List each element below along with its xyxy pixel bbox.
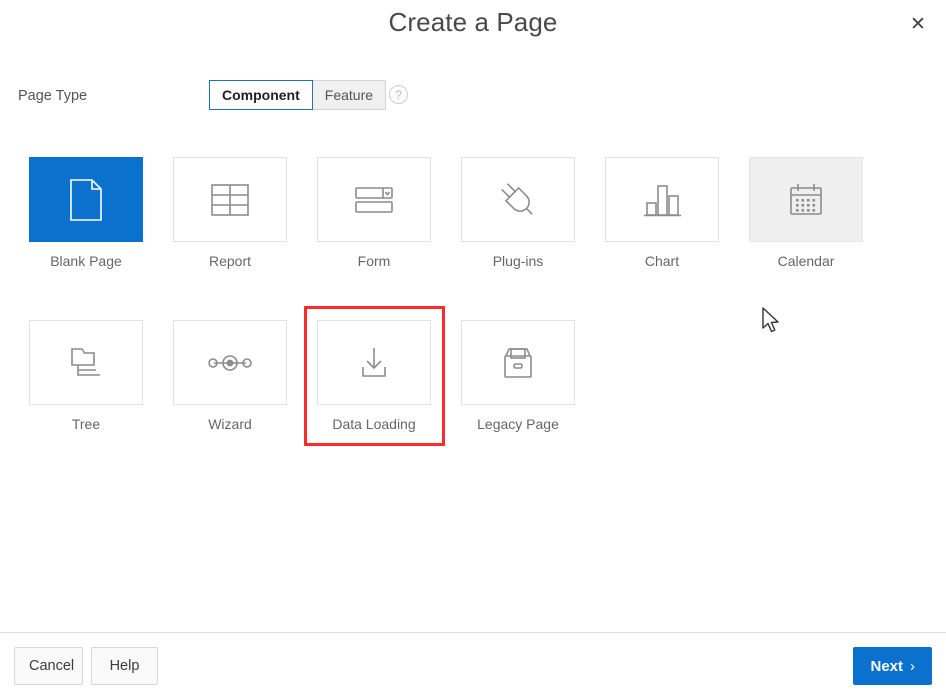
card-form[interactable] xyxy=(317,157,431,242)
card-calendar[interactable] xyxy=(749,157,863,242)
card-cell-form[interactable]: Form xyxy=(317,157,431,269)
calendar-icon xyxy=(790,183,822,215)
card-plugins[interactable] xyxy=(461,157,575,242)
next-button-label: Next xyxy=(870,657,903,675)
card-label-tree: Tree xyxy=(71,416,101,432)
wizard-nodes-icon xyxy=(208,354,252,371)
card-label-form: Form xyxy=(357,253,391,269)
card-row-2: Tree Wizard Data Loading Legacy Page xyxy=(29,320,919,483)
card-data-loading[interactable] xyxy=(317,320,431,405)
dialog-footer: Cancel Help Next › xyxy=(0,632,946,700)
page-type-card-grid: Blank Page Report Form Plug-ins Chart Ca… xyxy=(29,157,919,483)
bar-chart-icon xyxy=(644,184,681,216)
card-row-1: Blank Page Report Form Plug-ins Chart Ca… xyxy=(29,157,919,320)
page-type-toggle-group: Component Feature xyxy=(209,80,387,110)
toggle-feature[interactable]: Feature xyxy=(312,80,387,110)
folder-tree-icon xyxy=(71,347,100,376)
table-grid-icon xyxy=(211,183,249,216)
card-label-legacy-page: Legacy Page xyxy=(477,416,559,432)
card-chart[interactable] xyxy=(605,157,719,242)
card-cell-calendar[interactable]: Calendar xyxy=(749,157,863,269)
card-cell-legacy-page[interactable]: Legacy Page xyxy=(461,320,575,432)
download-tray-icon xyxy=(362,347,386,377)
card-cell-data-loading[interactable]: Data Loading xyxy=(317,320,431,432)
create-a-page-dialog: Create a Page ✕ Page Type Component Feat… xyxy=(0,0,946,700)
card-label-calendar: Calendar xyxy=(777,253,835,269)
card-label-report: Report xyxy=(208,253,252,269)
card-cell-wizard[interactable]: Wizard xyxy=(173,320,287,432)
card-wizard[interactable] xyxy=(173,320,287,405)
card-legacy-page[interactable] xyxy=(461,320,575,405)
card-cell-blank-page[interactable]: Blank Page xyxy=(29,157,143,269)
help-button[interactable]: Help xyxy=(91,647,158,685)
page-type-label: Page Type xyxy=(18,88,88,104)
card-label-data-loading: Data Loading xyxy=(332,416,416,432)
card-tree[interactable] xyxy=(29,320,143,405)
card-label-plugins: Plug-ins xyxy=(492,253,544,269)
card-label-chart: Chart xyxy=(644,253,680,269)
page-title: Create a Page xyxy=(388,7,558,37)
document-icon xyxy=(70,178,102,221)
card-cell-tree[interactable]: Tree xyxy=(29,320,143,432)
toggle-component[interactable]: Component xyxy=(209,80,313,110)
card-label-wizard: Wizard xyxy=(208,416,252,432)
chevron-right-icon: › xyxy=(910,657,915,675)
form-fields-icon xyxy=(355,186,393,213)
card-cell-report[interactable]: Report xyxy=(173,157,287,269)
next-button[interactable]: Next › xyxy=(853,647,932,685)
card-label-blank-page: Blank Page xyxy=(50,253,122,269)
help-icon[interactable]: ? xyxy=(389,85,408,104)
file-box-icon xyxy=(504,347,532,378)
cancel-button[interactable]: Cancel xyxy=(14,647,83,685)
card-blank-page[interactable] xyxy=(29,157,143,242)
page-type-row: Page Type Component Feature xyxy=(0,80,946,116)
card-report[interactable] xyxy=(173,157,287,242)
dialog-titlebar: Create a Page ✕ xyxy=(0,0,946,50)
close-icon[interactable]: ✕ xyxy=(904,10,932,38)
plug-icon xyxy=(501,182,533,215)
card-cell-chart[interactable]: Chart xyxy=(605,157,719,269)
card-cell-plugins[interactable]: Plug-ins xyxy=(461,157,575,269)
